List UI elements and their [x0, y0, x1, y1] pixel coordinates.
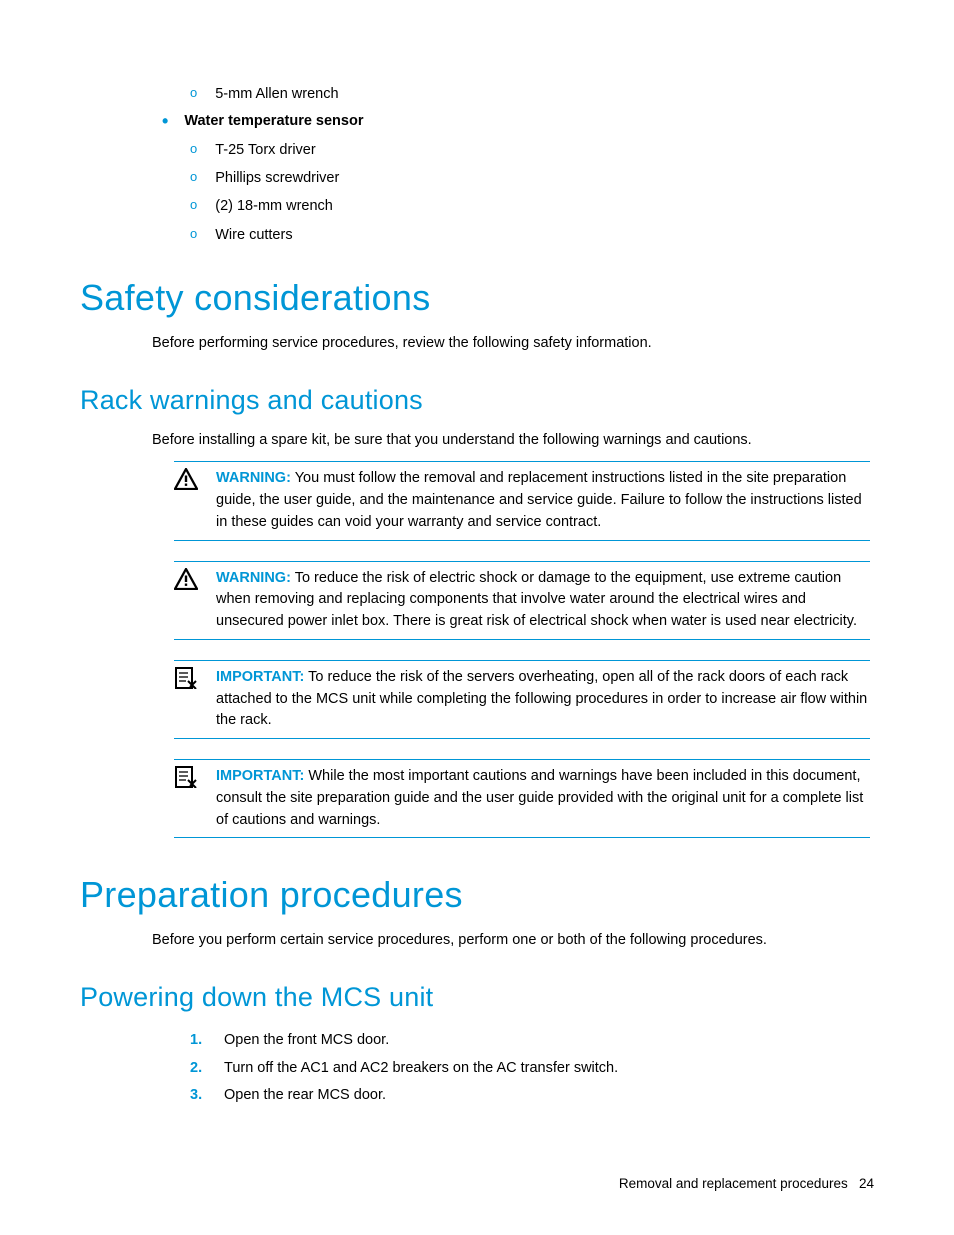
step-text: Open the rear MCS door.	[224, 1082, 386, 1110]
warning-label: WARNING:	[216, 570, 291, 586]
important-body: To reduce the risk of the servers overhe…	[216, 669, 867, 729]
callout-text: IMPORTANT: While the most important caut…	[216, 766, 870, 831]
divider	[174, 759, 870, 760]
step-text: Turn off the AC1 and AC2 breakers on the…	[224, 1055, 618, 1083]
divider	[174, 837, 870, 838]
heading-safety-considerations: Safety considerations	[80, 277, 874, 319]
list-item-text: T-25 Torx driver	[215, 136, 315, 164]
bullet-icon: o	[190, 136, 197, 161]
bullet-icon: o	[190, 164, 197, 189]
list-item-text: 5-mm Allen wrench	[215, 80, 338, 108]
note-icon	[174, 766, 198, 788]
callout-text: WARNING: To reduce the risk of electric …	[216, 568, 870, 633]
warning-callout: WARNING: To reduce the risk of electric …	[174, 561, 870, 640]
callout-text: WARNING: You must follow the removal and…	[216, 468, 870, 533]
step-item: 2. Turn off the AC1 and AC2 breakers on …	[190, 1055, 874, 1083]
bullet-icon: o	[190, 192, 197, 217]
important-label: IMPORTANT:	[216, 669, 304, 685]
step-number: 1.	[190, 1027, 206, 1055]
list-item: o (2) 18-mm wrench	[190, 192, 874, 220]
list-item-text: (2) 18-mm wrench	[215, 192, 333, 220]
list-item: o T-25 Torx driver	[190, 136, 874, 164]
step-item: 1. Open the front MCS door.	[190, 1027, 874, 1055]
list-item: o Phillips screwdriver	[190, 164, 874, 192]
divider	[174, 540, 870, 541]
step-number: 2.	[190, 1055, 206, 1083]
step-item: 3. Open the rear MCS door.	[190, 1082, 874, 1110]
note-icon	[174, 667, 198, 689]
page-footer: Removal and replacement procedures 24	[619, 1176, 874, 1191]
divider	[174, 561, 870, 562]
bullet-icon: •	[162, 112, 168, 130]
list-header: • Water temperature sensor	[162, 108, 874, 136]
step-text: Open the front MCS door.	[224, 1027, 389, 1055]
list-item-text: Wire cutters	[215, 221, 292, 249]
bullet-icon: o	[190, 221, 197, 246]
heading-powering-down: Powering down the MCS unit	[80, 982, 874, 1013]
warning-label: WARNING:	[216, 470, 291, 486]
warning-icon	[174, 468, 198, 490]
callout-text: IMPORTANT: To reduce the risk of the ser…	[216, 667, 870, 732]
warning-body: To reduce the risk of electric shock or …	[216, 570, 857, 630]
bullet-icon: o	[190, 80, 197, 105]
divider	[174, 461, 870, 462]
list-item: o 5-mm Allen wrench	[190, 80, 874, 108]
important-callout: IMPORTANT: To reduce the risk of the ser…	[174, 660, 870, 739]
divider	[174, 660, 870, 661]
footer-text: Removal and replacement procedures	[619, 1176, 848, 1191]
list-header-text: Water temperature sensor	[184, 108, 363, 136]
divider	[174, 639, 870, 640]
heading-rack-warnings: Rack warnings and cautions	[80, 385, 874, 416]
divider	[174, 738, 870, 739]
list-item: o Wire cutters	[190, 221, 874, 249]
heading-preparation: Preparation procedures	[80, 874, 874, 916]
page-number: 24	[859, 1176, 874, 1191]
warning-callout: WARNING: You must follow the removal and…	[174, 461, 870, 540]
step-number: 3.	[190, 1082, 206, 1110]
intro-text: Before performing service procedures, re…	[152, 333, 874, 355]
warning-icon	[174, 568, 198, 590]
warning-body: You must follow the removal and replacem…	[216, 470, 862, 530]
important-body: While the most important cautions and wa…	[216, 768, 863, 828]
intro-text: Before installing a spare kit, be sure t…	[152, 430, 874, 452]
list-item-text: Phillips screwdriver	[215, 164, 339, 192]
important-label: IMPORTANT:	[216, 768, 304, 784]
important-callout: IMPORTANT: While the most important caut…	[174, 759, 870, 838]
intro-text: Before you perform certain service proce…	[152, 930, 874, 952]
